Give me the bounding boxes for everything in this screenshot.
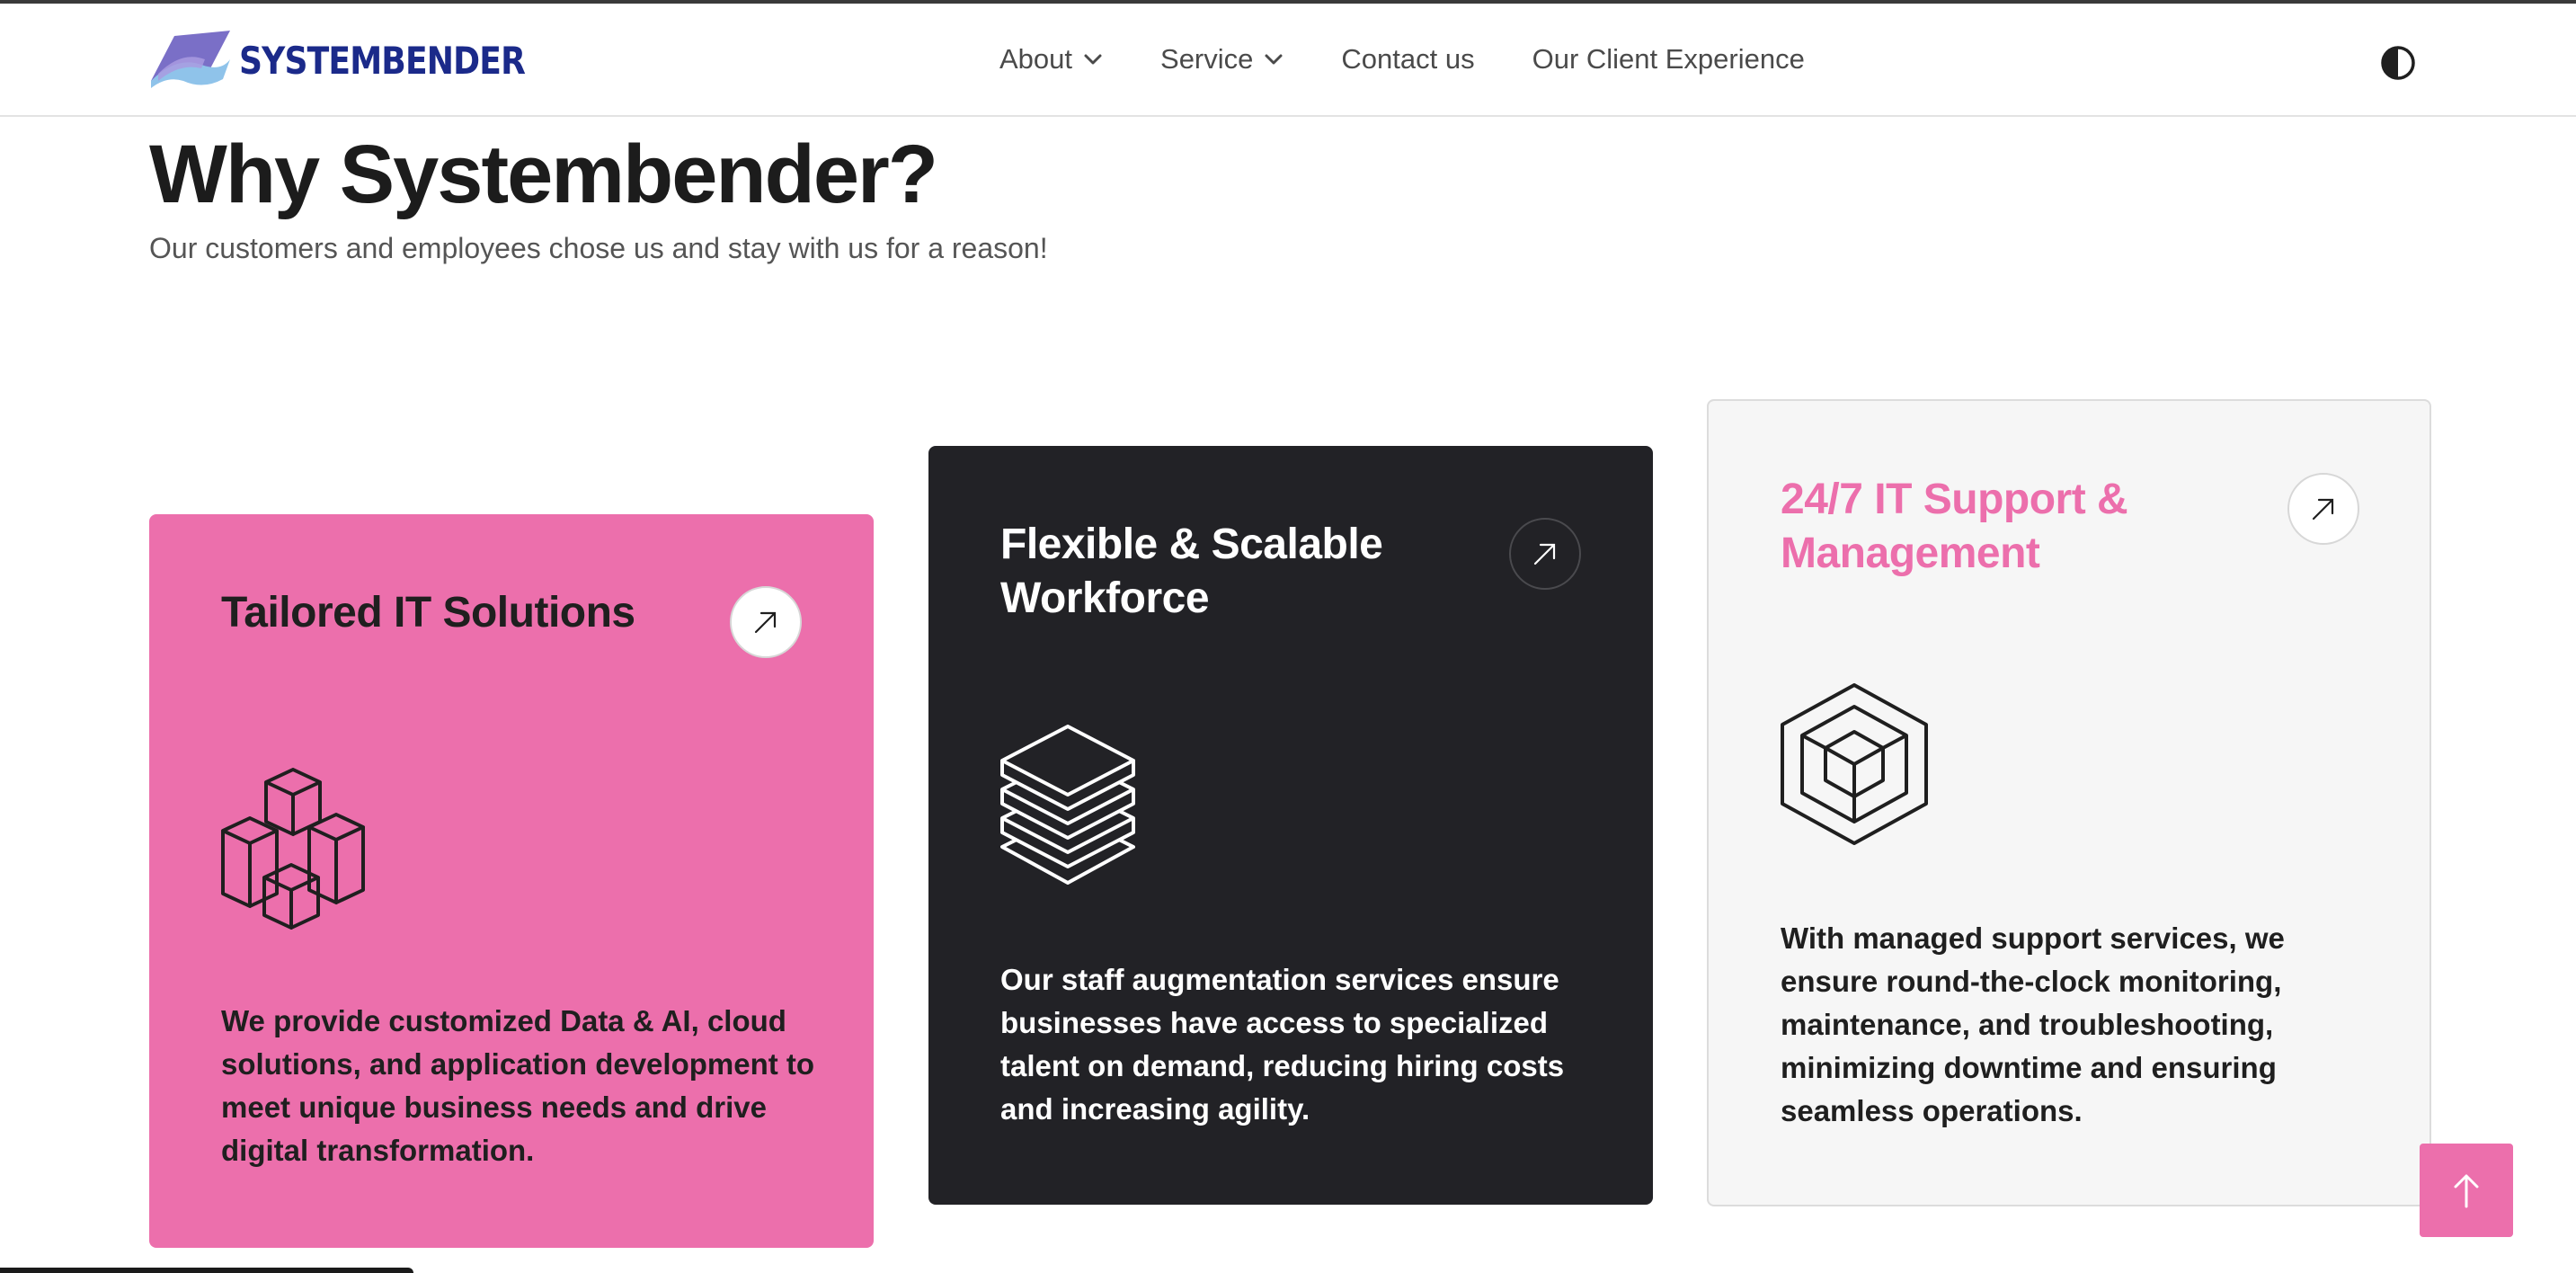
theme-toggle-icon[interactable] bbox=[2380, 45, 2416, 81]
bottom-edge-bar bbox=[0, 1268, 413, 1273]
feature-card-tailored-it[interactable]: Tailored IT Solutions We provide customi… bbox=[149, 514, 874, 1248]
layers-stack-icon bbox=[1000, 725, 1135, 885]
brand-logo[interactable]: SYSTEMBENDER bbox=[149, 29, 572, 92]
arrow-up-right-icon bbox=[1533, 543, 1556, 565]
brand-name: SYSTEMBENDER bbox=[239, 38, 526, 83]
navbar: SYSTEMBENDER About Service Contact us Ou… bbox=[0, 4, 2576, 117]
chevron-down-icon bbox=[1265, 54, 1283, 65]
feature-card-it-support[interactable]: 24/7 IT Support & Management With manage… bbox=[1707, 399, 2431, 1206]
arrow-up-right-icon bbox=[754, 611, 777, 634]
nav-item-client-experience[interactable]: Our Client Experience bbox=[1532, 43, 1805, 76]
nav-item-label: Our Client Experience bbox=[1532, 43, 1805, 75]
card-link-button[interactable] bbox=[730, 586, 802, 658]
card-title: Flexible & Scalable Workforce bbox=[1000, 521, 1383, 622]
main-nav: About Service Contact us Our Client Expe… bbox=[999, 43, 1805, 76]
nav-item-service[interactable]: Service bbox=[1160, 43, 1284, 76]
scroll-to-top-button[interactable] bbox=[2420, 1144, 2513, 1237]
nav-item-label: About bbox=[999, 43, 1073, 75]
nav-item-about[interactable]: About bbox=[999, 43, 1103, 76]
card-link-button[interactable] bbox=[1509, 518, 1581, 590]
card-title: Tailored IT Solutions bbox=[221, 589, 635, 636]
stacked-cubes-icon bbox=[221, 768, 365, 930]
card-description: Our staff augmentation services ensure b… bbox=[1000, 963, 1565, 1126]
arrow-up-icon bbox=[2454, 1174, 2479, 1208]
logo-mark-icon bbox=[151, 31, 230, 88]
card-link-button[interactable] bbox=[2287, 473, 2359, 545]
feature-card-scalable-workforce[interactable]: Flexible & Scalable Workforce Our staff … bbox=[928, 446, 1653, 1205]
hexagon-cube-icon bbox=[1781, 683, 1928, 845]
page-subtitle: Our customers and employees chose us and… bbox=[149, 232, 1048, 264]
card-title: 24/7 IT Support & Management bbox=[1781, 476, 2128, 577]
nav-item-contact[interactable]: Contact us bbox=[1341, 43, 1474, 76]
arrow-up-right-icon bbox=[2312, 498, 2334, 521]
card-description: We provide customized Data & AI, cloud s… bbox=[221, 1004, 815, 1167]
card-description: With managed support services, we ensure… bbox=[1781, 921, 2285, 1127]
nav-item-label: Contact us bbox=[1341, 43, 1475, 75]
nav-item-label: Service bbox=[1160, 43, 1254, 75]
page-title: Why Systembender? bbox=[149, 129, 938, 220]
chevron-down-icon bbox=[1084, 54, 1102, 65]
